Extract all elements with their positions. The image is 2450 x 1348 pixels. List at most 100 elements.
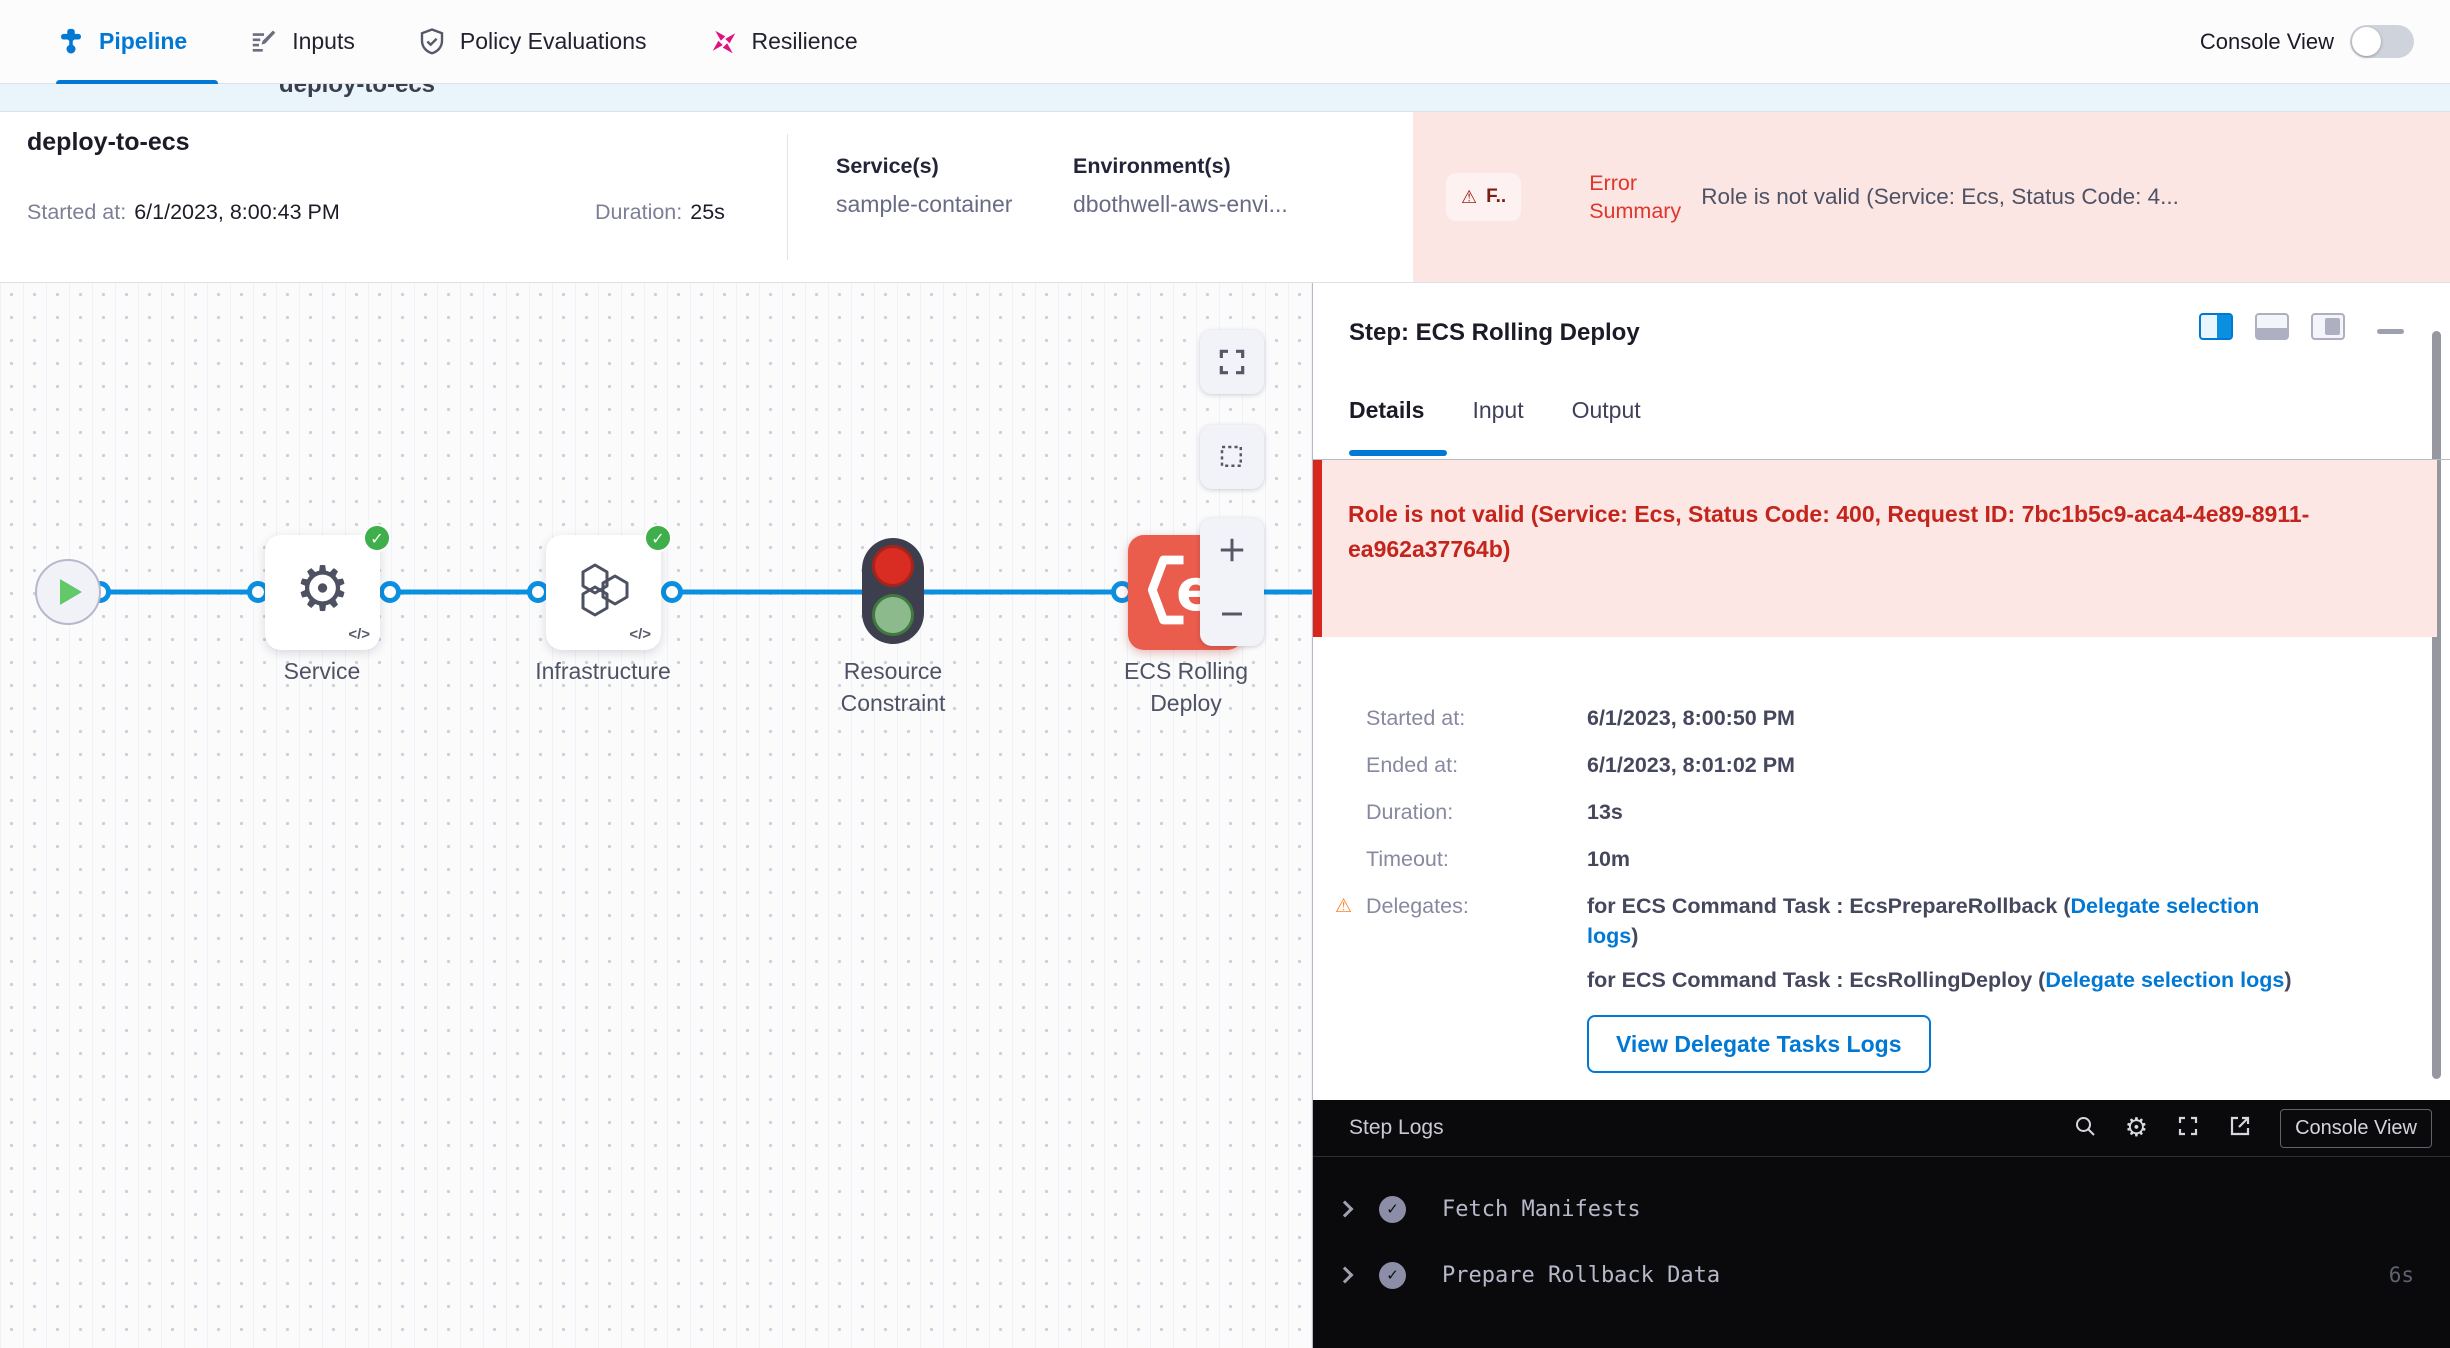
services-column: Service(s) sample-container — [788, 112, 1073, 282]
layout-bottom-view-icon[interactable] — [2255, 313, 2289, 340]
services-value[interactable]: sample-container — [836, 191, 1073, 218]
delegate-entry: for ECS Command Task : EcsRollingDeploy … — [1587, 965, 2397, 995]
tab-details[interactable]: Details — [1349, 397, 1424, 424]
node-label-resource-constraint: Resource Constraint — [818, 655, 968, 719]
log-section-row[interactable]: ✓ Prepare Rollback Data 6s — [1335, 1257, 2414, 1293]
error-summary-section: ⚠ F.. Error Summary Role is not valid (S… — [1413, 112, 2450, 282]
play-icon — [60, 579, 82, 605]
detail-value: 10m — [1587, 844, 1630, 874]
failed-badge-text: F.. — [1486, 186, 1506, 208]
step-error-banner: Role is not valid (Service: Ecs, Status … — [1313, 460, 2437, 637]
detail-row: Ended at: 6/1/2023, 8:01:02 PM — [1333, 750, 2433, 780]
zoom-out-button[interactable] — [1200, 582, 1264, 646]
tab-resilience[interactable]: Resilience — [709, 27, 858, 57]
console-view-toggle[interactable] — [2350, 25, 2414, 58]
detail-row: Timeout: 10m — [1333, 844, 2433, 874]
log-section-row[interactable]: ✓ Fetch Manifests — [1335, 1191, 2414, 1227]
chevron-right-icon[interactable] — [1337, 1201, 1354, 1218]
environments-column: Environment(s) dbothwell-aws-envi... — [1073, 112, 1413, 282]
log-success-check-icon: ✓ — [1379, 1262, 1406, 1289]
log-section-label: Prepare Rollback Data — [1442, 1263, 1720, 1288]
detail-label: Ended at: — [1366, 750, 1587, 780]
step-logs-panel: Step Logs ⚙ Console View — [1313, 1100, 2450, 1348]
green-light-icon — [872, 594, 914, 636]
top-nav: Pipeline Inputs Policy Evaluations Resil… — [0, 0, 2450, 84]
pipeline-icon — [56, 27, 86, 57]
services-label: Service(s) — [836, 154, 1073, 179]
detail-label: Started at: — [1366, 703, 1587, 733]
detail-row: Started at: 6/1/2023, 8:00:50 PM — [1333, 703, 2433, 733]
tab-label: Inputs — [292, 28, 355, 55]
duration-value: 25s — [690, 200, 725, 225]
step-logs-body: ✓ Fetch Manifests ✓ Prepare Rollback Dat… — [1313, 1157, 2450, 1293]
tab-policy-evaluations[interactable]: Policy Evaluations — [417, 27, 647, 57]
tab-label: Resilience — [752, 28, 858, 55]
delegate-selection-logs-link[interactable]: Delegate selection — [2071, 894, 2260, 918]
error-summary-label: Error Summary — [1589, 169, 1701, 225]
tab-output[interactable]: Output — [1572, 397, 1641, 424]
environments-label: Environment(s) — [1073, 154, 1413, 179]
settings-gear-icon[interactable]: ⚙ — [2125, 1115, 2148, 1141]
detail-value: 13s — [1587, 797, 1623, 827]
log-section-label: Fetch Manifests — [1442, 1197, 1641, 1222]
delegate-entry-wrap: logs) — [1587, 921, 2397, 951]
log-success-check-icon: ✓ — [1379, 1196, 1406, 1223]
started-at-value: 6/1/2023, 8:00:43 PM — [134, 200, 340, 225]
fullscreen-icon[interactable] — [2176, 1114, 2200, 1143]
node-infrastructure[interactable]: ✓ </> — [546, 535, 661, 650]
failed-warning-icon: ⚠ — [1461, 187, 1477, 208]
panel-scrollbar[interactable] — [2432, 331, 2441, 1079]
node-service[interactable]: ✓ ⚙ </> — [265, 535, 380, 650]
step-panel-tabs: Details Input Output — [1349, 397, 1641, 424]
delegate-selection-logs-link[interactable]: logs — [1587, 924, 1631, 948]
code-icon: </> — [629, 626, 651, 643]
console-view-label: Console View — [2200, 29, 2334, 55]
chevron-right-icon[interactable] — [1337, 1267, 1354, 1284]
scrolled-title-strip: deploy-to-ecs — [0, 84, 2450, 112]
resilience-icon — [709, 27, 739, 57]
tab-inputs[interactable]: Inputs — [249, 27, 355, 57]
success-check-icon: ✓ — [644, 524, 672, 552]
canvas-select-region-button[interactable] — [1200, 425, 1264, 489]
toggle-knob — [2352, 27, 2381, 56]
pipeline-name: deploy-to-ecs — [27, 128, 787, 157]
search-icon[interactable] — [2073, 1114, 2097, 1143]
delegate-selection-logs-link[interactable]: Delegate selection logs — [2045, 968, 2284, 992]
started-at-label: Started at: — [27, 200, 126, 225]
step-logs-title: Step Logs — [1349, 1116, 1444, 1140]
scrolled-pipeline-title: deploy-to-ecs — [247, 84, 467, 99]
step-logs-header: Step Logs ⚙ Console View — [1313, 1100, 2450, 1157]
delegates-row: ⚠ Delegates: for ECS Command Task : EcsP… — [1333, 891, 2433, 1073]
failed-status-badge: ⚠ F.. — [1446, 173, 1521, 221]
active-panel-tab-underline — [1349, 450, 1447, 456]
canvas-fit-view-button[interactable] — [1200, 330, 1264, 394]
connector-port[interactable] — [661, 581, 683, 603]
tab-label: Pipeline — [99, 28, 187, 55]
environments-value[interactable]: dbothwell-aws-envi... — [1073, 191, 1413, 218]
layout-minimized-view-icon[interactable] — [2311, 313, 2345, 340]
node-label-ecs-rolling-deploy: ECS Rolling Deploy — [1106, 655, 1266, 719]
tab-pipeline[interactable]: Pipeline — [56, 27, 187, 57]
open-in-new-icon[interactable] — [2228, 1114, 2252, 1143]
policy-shield-icon — [417, 27, 447, 57]
code-icon: </> — [348, 626, 370, 643]
connector-port[interactable] — [379, 581, 401, 603]
red-light-icon — [872, 545, 914, 587]
tab-label: Policy Evaluations — [460, 28, 647, 55]
step-error-message: Role is not valid (Service: Ecs, Status … — [1348, 497, 2378, 567]
pipeline-canvas[interactable]: ✓ ⚙ </> Service ✓ </> Infrastructure Res… — [0, 283, 1312, 1348]
zoom-in-button[interactable] — [1200, 518, 1264, 582]
canvas-zoom-controls — [1200, 518, 1264, 646]
success-check-icon: ✓ — [363, 524, 391, 552]
pipeline-start-node[interactable] — [35, 559, 101, 625]
view-delegate-tasks-logs-button[interactable]: View Delegate Tasks Logs — [1587, 1015, 1931, 1073]
layout-right-view-icon[interactable] — [2199, 313, 2233, 340]
duration-label: Duration: — [595, 200, 682, 225]
connector-wire — [390, 590, 538, 595]
tab-input[interactable]: Input — [1472, 397, 1523, 424]
logs-console-view-button[interactable]: Console View — [2280, 1109, 2432, 1148]
node-resource-constraint[interactable] — [862, 538, 924, 644]
step-details-list: Started at: 6/1/2023, 8:00:50 PM Ended a… — [1333, 703, 2433, 1090]
delegate-entry: for ECS Command Task : EcsPrepareRollbac… — [1587, 891, 2397, 921]
panel-minimize-button[interactable] — [2377, 329, 2404, 334]
